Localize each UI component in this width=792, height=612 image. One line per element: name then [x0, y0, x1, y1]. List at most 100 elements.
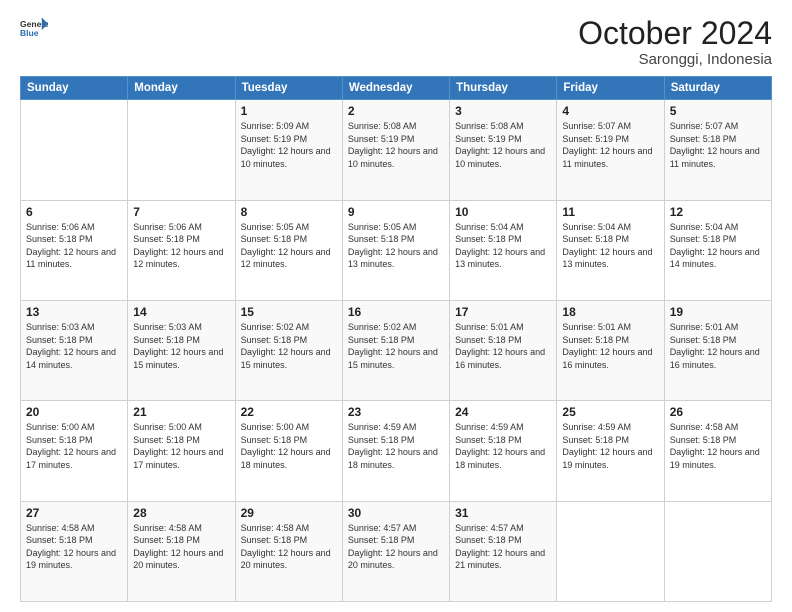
day-cell: 23Sunrise: 4:59 AM Sunset: 5:18 PM Dayli… [342, 401, 449, 501]
day-cell: 7 Sunrise: 5:06 AM Sunset: 5:18 PM Daylig… [128, 200, 235, 300]
week-row-3: 13 Sunrise: 5:03 AM Sunset: 5:18 PM Dayli… [21, 300, 772, 400]
day-cell: 6Sunrise: 5:06 AM Sunset: 5:18 PM Daylig… [21, 200, 128, 300]
header-wednesday: Wednesday [342, 77, 449, 100]
day-number: 15 [241, 305, 337, 319]
calendar-title: October 2024 [578, 16, 772, 51]
day-info: Sunrise: 5:05 AM Sunset: 5:18 PM Dayligh… [348, 221, 444, 271]
day-cell: 2Sunrise: 5:08 AM Sunset: 5:19 PM Daylig… [342, 100, 449, 200]
week-row-1: 1 Sunrise: 5:09 AM Sunset: 5:19 PM Daylig… [21, 100, 772, 200]
day-cell: 13 Sunrise: 5:03 AM Sunset: 5:18 PM Dayli… [21, 300, 128, 400]
day-cell [21, 100, 128, 200]
day-number: 6 [26, 205, 122, 219]
day-info: Sunrise: 5:05 AM Sunset: 5:18 PM Dayligh… [241, 221, 337, 271]
day-number: 1 [241, 104, 337, 118]
day-number: 7 [133, 205, 229, 219]
day-info: Sunrise: 4:58 AM Sunset: 5:18 PM Dayligh… [670, 421, 766, 471]
header-sunday: Sunday [21, 77, 128, 100]
day-cell: 15 Sunrise: 5:02 AM Sunset: 5:18 PM Dayli… [235, 300, 342, 400]
calendar-table: SundayMondayTuesdayWednesdayThursdayFrid… [20, 76, 772, 602]
day-number: 18 [562, 305, 658, 319]
day-number: 17 [455, 305, 551, 319]
day-number: 23 [348, 405, 444, 419]
day-number: 3 [455, 104, 551, 118]
day-cell: 25Sunrise: 4:59 AM Sunset: 5:18 PM Dayli… [557, 401, 664, 501]
day-info: Sunrise: 4:58 AM Sunset: 5:18 PM Dayligh… [26, 522, 122, 572]
day-number: 10 [455, 205, 551, 219]
day-cell [557, 501, 664, 601]
day-cell: 14 Sunrise: 5:03 AM Sunset: 5:18 PM Dayli… [128, 300, 235, 400]
day-cell: 10 Sunrise: 5:04 AM Sunset: 5:18 PM Dayli… [450, 200, 557, 300]
day-cell: 20 Sunrise: 5:00 AM Sunset: 5:18 PM Dayli… [21, 401, 128, 501]
day-cell: 24Sunrise: 4:59 AM Sunset: 5:18 PM Dayli… [450, 401, 557, 501]
day-info: Sunrise: 5:03 AM Sunset: 5:18 PM Dayligh… [26, 321, 122, 371]
header-monday: Monday [128, 77, 235, 100]
day-number: 22 [241, 405, 337, 419]
day-info: Sunrise: 5:04 AM Sunset: 5:18 PM Dayligh… [455, 221, 551, 271]
day-number: 27 [26, 506, 122, 520]
day-cell: 29 Sunrise: 4:58 AM Sunset: 5:18 PM Dayli… [235, 501, 342, 601]
day-info: Sunrise: 5:00 AM Sunset: 5:18 PM Dayligh… [26, 421, 122, 471]
day-info: Sunrise: 5:00 AM Sunset: 5:18 PM Dayligh… [133, 421, 229, 471]
day-info: Sunrise: 4:59 AM Sunset: 5:18 PM Dayligh… [455, 421, 551, 471]
general-blue-icon: General Blue [20, 16, 48, 44]
day-header-row: SundayMondayTuesdayWednesdayThursdayFrid… [21, 77, 772, 100]
day-info: Sunrise: 5:04 AM Sunset: 5:18 PM Dayligh… [562, 221, 658, 271]
day-cell [664, 501, 771, 601]
day-cell: 22 Sunrise: 5:00 AM Sunset: 5:18 PM Dayli… [235, 401, 342, 501]
day-number: 11 [562, 205, 658, 219]
day-number: 12 [670, 205, 766, 219]
header: General Blue October 2024 Saronggi, Indo… [20, 16, 772, 68]
day-cell: 21 Sunrise: 5:00 AM Sunset: 5:18 PM Dayli… [128, 401, 235, 501]
day-number: 29 [241, 506, 337, 520]
header-friday: Friday [557, 77, 664, 100]
page: General Blue October 2024 Saronggi, Indo… [0, 0, 792, 612]
week-row-4: 20 Sunrise: 5:00 AM Sunset: 5:18 PM Dayli… [21, 401, 772, 501]
day-number: 20 [26, 405, 122, 419]
day-cell: 17 Sunrise: 5:01 AM Sunset: 5:18 PM Dayli… [450, 300, 557, 400]
day-cell: 4 Sunrise: 5:07 AM Sunset: 5:19 PM Daylig… [557, 100, 664, 200]
day-info: Sunrise: 5:07 AM Sunset: 5:19 PM Dayligh… [562, 120, 658, 170]
day-cell: 11 Sunrise: 5:04 AM Sunset: 5:18 PM Dayli… [557, 200, 664, 300]
week-row-2: 6 Sunrise: 5:06 AM Sunset: 5:18 PM Daylig… [21, 200, 772, 300]
day-cell: 1 Sunrise: 5:09 AM Sunset: 5:19 PM Daylig… [235, 100, 342, 200]
day-number: 16 [348, 305, 444, 319]
day-info: Sunrise: 4:57 AM Sunset: 5:18 PM Dayligh… [348, 522, 444, 572]
calendar-subtitle: Saronggi, Indonesia [578, 51, 772, 68]
day-info: Sunrise: 5:02 AM Sunset: 5:18 PM Dayligh… [348, 321, 444, 371]
day-cell: 16 Sunrise: 5:02 AM Sunset: 5:18 PM Dayli… [342, 300, 449, 400]
day-number: 4 [562, 104, 658, 118]
day-cell: 5 Sunrise: 5:07 AM Sunset: 5:18 PM Daylig… [664, 100, 771, 200]
day-info: Sunrise: 5:07 AM Sunset: 5:18 PM Dayligh… [670, 120, 766, 170]
day-number: 26 [670, 405, 766, 419]
day-info: Sunrise: 5:03 AM Sunset: 5:18 PM Dayligh… [133, 321, 229, 371]
day-number: 21 [133, 405, 229, 419]
day-info: Sunrise: 5:06 AM Sunset: 5:18 PM Dayligh… [133, 221, 229, 271]
logo: General Blue [20, 16, 48, 44]
day-number: 25 [562, 405, 658, 419]
day-cell: 3Sunrise: 5:08 AM Sunset: 5:19 PM Daylig… [450, 100, 557, 200]
day-info: Sunrise: 5:09 AM Sunset: 5:19 PM Dayligh… [241, 120, 337, 170]
day-cell [128, 100, 235, 200]
title-block: October 2024 Saronggi, Indonesia [578, 16, 772, 68]
day-info: Sunrise: 5:04 AM Sunset: 5:18 PM Dayligh… [670, 221, 766, 271]
day-info: Sunrise: 4:58 AM Sunset: 5:18 PM Dayligh… [241, 522, 337, 572]
day-cell: 18Sunrise: 5:01 AM Sunset: 5:18 PM Dayli… [557, 300, 664, 400]
header-saturday: Saturday [664, 77, 771, 100]
day-info: Sunrise: 5:00 AM Sunset: 5:18 PM Dayligh… [241, 421, 337, 471]
day-info: Sunrise: 4:58 AM Sunset: 5:18 PM Dayligh… [133, 522, 229, 572]
day-number: 13 [26, 305, 122, 319]
day-cell: 19Sunrise: 5:01 AM Sunset: 5:18 PM Dayli… [664, 300, 771, 400]
day-number: 14 [133, 305, 229, 319]
day-info: Sunrise: 5:01 AM Sunset: 5:18 PM Dayligh… [670, 321, 766, 371]
calendar-body: 1 Sunrise: 5:09 AM Sunset: 5:19 PM Daylig… [21, 100, 772, 602]
day-info: Sunrise: 5:01 AM Sunset: 5:18 PM Dayligh… [455, 321, 551, 371]
day-info: Sunrise: 5:08 AM Sunset: 5:19 PM Dayligh… [348, 120, 444, 170]
day-cell: 9Sunrise: 5:05 AM Sunset: 5:18 PM Daylig… [342, 200, 449, 300]
day-info: Sunrise: 5:02 AM Sunset: 5:18 PM Dayligh… [241, 321, 337, 371]
day-number: 31 [455, 506, 551, 520]
day-cell: 31Sunrise: 4:57 AM Sunset: 5:18 PM Dayli… [450, 501, 557, 601]
day-number: 5 [670, 104, 766, 118]
day-cell: 28Sunrise: 4:58 AM Sunset: 5:18 PM Dayli… [128, 501, 235, 601]
svg-text:Blue: Blue [20, 28, 39, 38]
day-cell: 27 Sunrise: 4:58 AM Sunset: 5:18 PM Dayli… [21, 501, 128, 601]
